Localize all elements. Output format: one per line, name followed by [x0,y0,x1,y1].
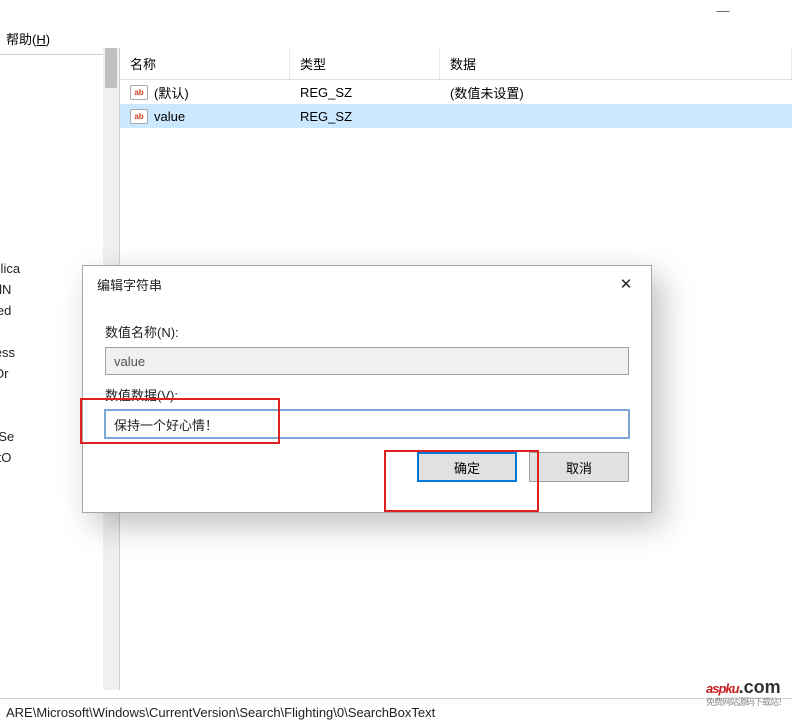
dialog-close-button[interactable]: ✕ [605,270,647,298]
edit-string-dialog: 编辑字符串 ✕ 数值名称(N): 数值数据(V): 确定 取消 [82,265,652,513]
ok-button[interactable]: 确定 [417,452,517,482]
cancel-button[interactable]: 取消 [529,452,629,482]
value-name-input[interactable] [105,347,629,375]
value-name-label: 数值名称(N): [105,322,629,341]
value-data-label: 数值数据(V): [105,385,629,404]
watermark: aspku.com 免费网站源码下载站！ [706,664,786,708]
dialog-title: 编辑字符串 [97,275,162,294]
dialog-backdrop: 编辑字符串 ✕ 数值名称(N): 数值数据(V): 确定 取消 [0,0,792,726]
dialog-titlebar[interactable]: 编辑字符串 ✕ [83,266,651,302]
value-data-input[interactable] [105,410,629,438]
